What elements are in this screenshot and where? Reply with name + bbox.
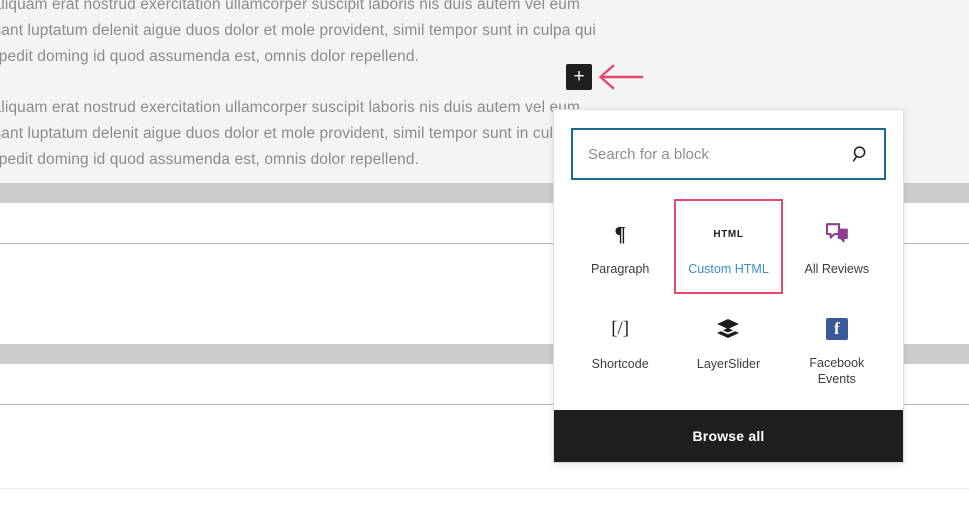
browse-all-button[interactable]: Browse all	[554, 410, 903, 462]
speech-bubbles-icon	[825, 219, 849, 249]
annotation-arrow-icon	[598, 64, 643, 90]
block-item-facebook-events[interactable]: f Facebook Events	[783, 294, 891, 389]
block-type-grid: ¶ Paragraph HTML Custom HTML All Reviews…	[554, 194, 903, 410]
block-item-label: Custom HTML	[688, 262, 769, 276]
paragraph-line: hil impedit doming id quod assumenda est…	[0, 48, 420, 65]
html-icon: HTML	[713, 228, 744, 240]
facebook-glyph: f	[825, 317, 848, 340]
facebook-icon: f	[825, 314, 848, 343]
paragraph-line: gna aliquam erat nostrud exercitation ul…	[0, 99, 581, 116]
block-item-custom-html[interactable]: HTML Custom HTML	[674, 199, 783, 294]
shortcode-icon: [/]	[611, 318, 630, 339]
block-item-paragraph[interactable]: ¶ Paragraph	[566, 199, 674, 294]
block-item-label: Paragraph	[590, 262, 650, 276]
paragraph-line: praesant luptatum delenit aigue duos dol…	[0, 125, 596, 142]
block-item-all-reviews[interactable]: All Reviews	[783, 199, 891, 294]
page-divider	[0, 488, 969, 489]
block-item-label: LayerSlider	[696, 357, 761, 371]
paragraph-line: gna aliquam erat nostrud exercitation ul…	[0, 0, 581, 13]
pilcrow-icon: ¶	[614, 221, 626, 246]
block-item-shortcode[interactable]: [/] Shortcode	[566, 294, 674, 389]
add-block-button[interactable]: +	[566, 64, 592, 90]
block-item-label: All Reviews	[804, 262, 870, 276]
block-search-section	[554, 110, 903, 194]
block-item-layerslider[interactable]: LayerSlider	[674, 294, 782, 389]
plus-icon: +	[573, 66, 585, 87]
paragraph-block[interactable]: gna aliquam erat nostrud exercitation ul…	[0, 95, 602, 173]
block-item-label: Shortcode	[591, 357, 649, 371]
block-item-label: Facebook Events	[809, 356, 865, 386]
layers-icon	[715, 314, 741, 344]
search-input[interactable]	[573, 130, 884, 178]
paragraph-line: hil impedit doming id quod assumenda est…	[0, 151, 420, 168]
paragraph-line: praesant luptatum delenit aigue duos dol…	[0, 22, 596, 39]
block-search-box[interactable]	[571, 128, 886, 180]
block-inserter-popover: ¶ Paragraph HTML Custom HTML All Reviews…	[553, 109, 904, 463]
paragraph-block[interactable]: gna aliquam erat nostrud exercitation ul…	[0, 0, 602, 70]
